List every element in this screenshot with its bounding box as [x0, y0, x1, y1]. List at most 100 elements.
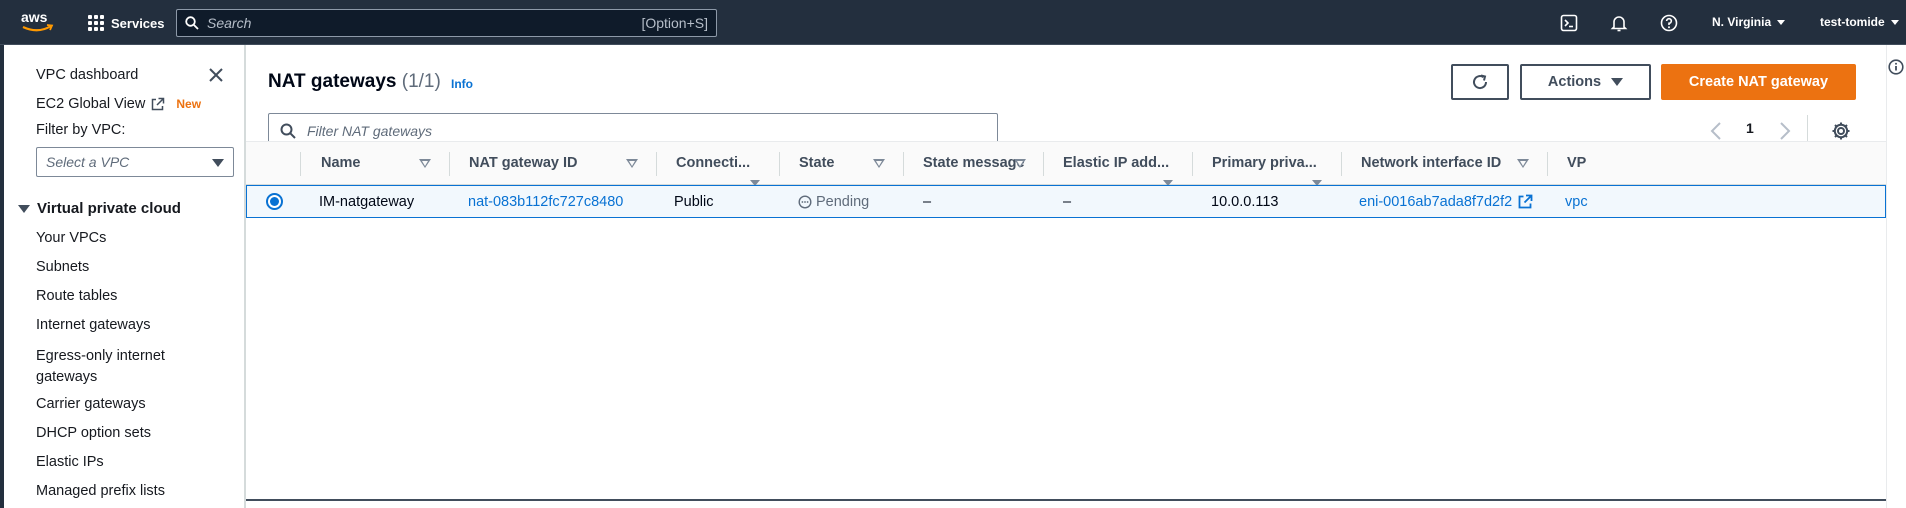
tools-panel-strip [1886, 45, 1906, 508]
page-title: NAT gateways (1/1) [268, 71, 441, 93]
page-number[interactable]: 1 [1746, 120, 1754, 136]
sidebar-item-carrier-gateways[interactable]: Carrier gateways [36, 396, 146, 412]
column-header-state[interactable]: State [799, 155, 834, 171]
column-divider [300, 152, 301, 176]
sidebar-item-ec2-global-view[interactable]: EC2 Global View New [36, 96, 201, 112]
sidebar-item-elastic-ips[interactable]: Elastic IPs [36, 454, 104, 470]
page-title-count: (1/1) [401, 71, 441, 92]
sidebar-item-managed-prefix-lists[interactable]: Managed prefix lists [36, 483, 165, 499]
radio-dot [270, 197, 279, 206]
sort-icon[interactable] [1014, 159, 1026, 168]
column-divider [1192, 152, 1193, 176]
bell-icon[interactable] [1609, 13, 1629, 33]
table-bottom-border [246, 499, 1886, 501]
region-selector[interactable]: N. Virginia [1712, 15, 1786, 29]
actions-button[interactable]: Actions [1520, 64, 1651, 100]
chevron-left-icon[interactable] [1710, 122, 1722, 140]
column-divider [1043, 152, 1044, 176]
help-icon[interactable] [1659, 13, 1679, 33]
create-nat-gateway-button[interactable]: Create NAT gateway [1661, 64, 1856, 100]
row-select-radio[interactable] [266, 193, 283, 210]
services-label: Services [111, 15, 165, 31]
column-header-primary-private-ip[interactable]: Primary priva... [1212, 155, 1317, 171]
new-badge: New [176, 97, 202, 111]
main-content: NAT gateways (1/1) Info Actions Create N… [246, 45, 1886, 508]
page-title-text: NAT gateways [268, 71, 397, 92]
search-icon [269, 123, 307, 139]
column-header-name[interactable]: Name [321, 155, 361, 171]
column-header-state-message[interactable]: State message [923, 155, 1025, 171]
region-label: N. Virginia [1712, 15, 1772, 29]
chevron-right-icon[interactable] [1779, 122, 1791, 140]
grid-icon [88, 15, 104, 31]
svg-text:aws: aws [21, 9, 48, 25]
column-divider [1341, 152, 1342, 176]
cell-connectivity: Public [674, 194, 714, 210]
account-menu[interactable]: test-tomide [1820, 15, 1899, 29]
cell-elastic-ip: – [1063, 194, 1072, 210]
sidebar-section-virtual-private-cloud[interactable]: Virtual private cloud [18, 200, 181, 217]
table-row[interactable]: IM-natgateway nat-083b112fc727c8480 Publ… [246, 185, 1886, 218]
sidebar-item-route-tables[interactable]: Route tables [36, 288, 117, 304]
cell-nat-gateway-id[interactable]: nat-083b112fc727c8480 [468, 194, 623, 210]
chevron-down-icon [1777, 19, 1786, 25]
column-divider [449, 152, 450, 176]
search-icon [177, 16, 207, 30]
global-search-input[interactable] [207, 15, 642, 31]
sidebar-item-dhcp-option-sets[interactable]: DHCP option sets [36, 425, 151, 441]
info-icon[interactable] [1888, 59, 1904, 75]
settings-gear-icon[interactable] [1831, 121, 1851, 141]
sidebar-item-internet-gateways[interactable]: Internet gateways [36, 317, 150, 333]
global-search[interactable]: [Option+S] [176, 9, 717, 37]
column-divider [1547, 152, 1548, 176]
search-shortcut: [Option+S] [641, 15, 708, 31]
refresh-button[interactable] [1451, 64, 1509, 100]
cell-vpc[interactable]: vpc [1565, 194, 1588, 210]
filter-input[interactable] [307, 123, 997, 139]
sort-icon[interactable] [1517, 159, 1529, 168]
cloudshell-icon[interactable] [1559, 13, 1579, 33]
sidebar-item-vpc-dashboard[interactable]: VPC dashboard [36, 67, 138, 83]
sidebar-item-subnets[interactable]: Subnets [36, 259, 89, 275]
external-link-icon[interactable] [1517, 194, 1533, 210]
sort-icon[interactable] [626, 159, 638, 168]
chevron-down-icon [212, 159, 224, 167]
sidebar-item-label: EC2 Global View [36, 96, 146, 112]
caret-down-icon [1611, 77, 1624, 86]
account-label: test-tomide [1820, 15, 1885, 29]
caret-down-icon [18, 204, 30, 213]
sort-icon[interactable] [873, 159, 885, 168]
cell-primary-private-ip: 10.0.0.113 [1211, 194, 1279, 210]
pending-icon [798, 195, 812, 209]
chevron-down-icon [1890, 19, 1899, 25]
sidebar-item-egress-only-internet-gateways[interactable]: Egress-only internet gateways [36, 346, 186, 388]
cell-name: IM-natgateway [319, 194, 415, 210]
state-label: Pending [816, 194, 870, 210]
refresh-icon [1473, 74, 1488, 90]
column-divider [656, 152, 657, 176]
aws-logo[interactable]: aws [20, 8, 56, 36]
top-navigation-bar: aws Services [Option+S] N. Virginia test… [0, 0, 1906, 45]
cell-network-interface-id[interactable]: eni-0016ab7ada8f7d2f2 [1359, 194, 1533, 210]
sidebar-item-your-vpcs[interactable]: Your VPCs [36, 230, 106, 246]
column-header-nat-gateway-id[interactable]: NAT gateway ID [469, 155, 578, 171]
column-header-elastic-ip[interactable]: Elastic IP add... [1063, 155, 1169, 171]
column-header-connectivity[interactable]: Connecti... [676, 155, 750, 171]
vpc-select-value: Select a VPC [46, 154, 130, 170]
eni-link[interactable]: eni-0016ab7ada8f7d2f2 [1359, 194, 1512, 210]
actions-label: Actions [1547, 74, 1602, 90]
sidebar: VPC dashboard EC2 Global View New Filter… [0, 45, 246, 508]
vpc-filter-select[interactable]: Select a VPC [36, 147, 234, 177]
sort-icon[interactable] [419, 159, 431, 168]
column-divider [779, 152, 780, 176]
close-icon[interactable] [208, 67, 224, 83]
column-header-vpc[interactable]: VP [1567, 155, 1586, 171]
cell-state: Pending [798, 194, 869, 210]
filter-by-vpc-label: Filter by VPC: [36, 122, 126, 138]
info-link[interactable]: Info [451, 77, 473, 91]
column-divider [903, 152, 904, 176]
column-header-network-interface-id[interactable]: Network interface ID [1361, 155, 1501, 171]
external-link-icon [152, 97, 165, 110]
cell-state-message: – [923, 194, 932, 210]
services-menu[interactable]: Services [88, 12, 165, 34]
